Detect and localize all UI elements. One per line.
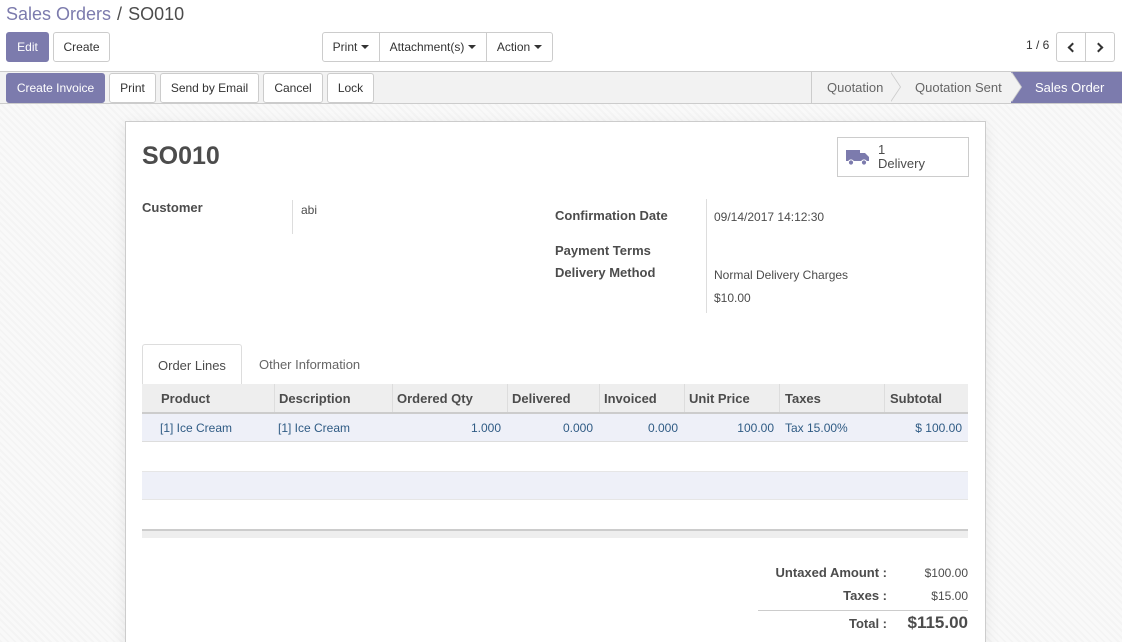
column-divider [599, 384, 600, 412]
customer-label: Customer [142, 200, 203, 215]
stage-sales-order[interactable]: Sales Order [1011, 72, 1122, 103]
cell-ordered-qty[interactable]: 1.000 [397, 414, 501, 442]
stage-quotation-sent-label: Quotation Sent [915, 80, 1002, 95]
column-divider [392, 384, 393, 412]
cell-product[interactable]: [1] Ice Cream [160, 414, 232, 442]
form-sheet: SO010 1 Delivery Customer abi Confirmati… [125, 121, 986, 642]
chevron-right-icon [1093, 42, 1104, 52]
column-divider [507, 384, 508, 412]
breadcrumb-separator: / [117, 4, 123, 24]
pager-buttons [1056, 32, 1115, 62]
attachments-dropdown-button[interactable]: Attachment(s) [379, 32, 487, 62]
status-bar: Create Invoice Print Send by Email Cance… [0, 72, 1122, 104]
empty-table-row [142, 471, 968, 500]
breadcrumb-sales-orders-link[interactable]: Sales Orders [6, 4, 111, 24]
breadcrumb: Sales Orders / SO010 [6, 4, 184, 25]
total-value: $115.00 [907, 613, 968, 632]
column-divider [884, 384, 885, 412]
control-panel: Sales Orders / SO010 Edit Create Print Att… [0, 0, 1122, 72]
customer-divider [292, 200, 293, 234]
payment-terms-label: Payment Terms [555, 243, 651, 258]
truck-icon [846, 148, 870, 166]
column-header-delivered[interactable]: Delivered [512, 384, 571, 412]
column-divider [684, 384, 685, 412]
confirmation-date-label: Confirmation Date [555, 208, 668, 223]
cancel-button[interactable]: Cancel [263, 73, 323, 103]
pager-value[interactable]: 1 / 6 [1026, 38, 1049, 52]
stage-quotation-label: Quotation [827, 80, 884, 95]
delivery-method-label: Delivery Method [555, 265, 656, 280]
column-header-description[interactable]: Description [279, 384, 351, 412]
column-divider [274, 384, 275, 412]
print-button[interactable]: Print [109, 73, 156, 103]
delivery-smart-button[interactable]: 1 Delivery [837, 137, 969, 177]
delivery-label: Delivery [878, 156, 925, 171]
stage-arrow [890, 72, 900, 102]
right-fields-divider [706, 199, 707, 313]
totals-divider [758, 610, 968, 611]
column-header-product[interactable]: Product [161, 384, 210, 412]
delivery-method-field[interactable]: Normal Delivery Charges [714, 268, 848, 282]
tab-other-information[interactable]: Other Information [244, 344, 375, 385]
caret-down-icon [534, 45, 543, 49]
print-dropdown-button[interactable]: Print [322, 32, 380, 62]
table-row[interactable]: [1] Ice Cream [1] Ice Cream 1.000 0.000 … [142, 414, 968, 442]
delivery-count: 1 [878, 142, 886, 157]
cell-unit-price[interactable]: 100.00 [689, 414, 774, 442]
column-divider [779, 384, 780, 412]
order-title: SO010 [142, 142, 220, 170]
chevron-left-icon [1067, 42, 1078, 52]
confirmation-date-field[interactable]: 09/14/2017 14:12:30 [714, 210, 824, 224]
action-dropdown-label: Action [496, 40, 531, 54]
cell-subtotal: $ 100.00 [915, 421, 962, 435]
cell-description[interactable]: [1] Ice Cream [278, 414, 350, 442]
stage-arrow [1011, 72, 1021, 102]
cell-invoiced: 0.000 [647, 421, 678, 435]
create-button[interactable]: Create [53, 32, 110, 62]
attachments-dropdown-label: Attachment(s) [389, 40, 465, 54]
column-header-taxes[interactable]: Taxes [785, 384, 821, 412]
cell-taxes[interactable]: Tax 15.00% [785, 414, 848, 442]
column-header-invoiced[interactable]: Invoiced [604, 384, 657, 412]
delivery-smart-button-text: 1 Delivery [878, 143, 925, 171]
action-dropdown-button[interactable]: Action [486, 32, 553, 62]
caret-down-icon [468, 45, 477, 49]
create-invoice-button[interactable]: Create Invoice [6, 73, 105, 103]
lock-button[interactable]: Lock [327, 73, 374, 103]
pager-next-button[interactable] [1085, 32, 1115, 62]
tab-order-lines[interactable]: Order Lines [142, 344, 242, 386]
send-by-email-button[interactable]: Send by Email [160, 73, 259, 103]
breadcrumb-current: SO010 [128, 4, 185, 24]
stage-quotation-sent[interactable]: Quotation Sent [890, 72, 1022, 103]
taxes-label: Taxes : [843, 588, 887, 603]
cell-delivered: 0.000 [562, 421, 593, 435]
notebook-tabs: Order Lines Other Information [142, 344, 968, 386]
table-footer [142, 529, 968, 538]
order-lines-header: Product Description Ordered Qty Delivere… [142, 384, 968, 414]
pager-previous-button[interactable] [1056, 32, 1086, 62]
stage-quotation[interactable]: Quotation [811, 72, 901, 103]
column-header-subtotal[interactable]: Subtotal [890, 384, 942, 412]
delivery-method-price: $10.00 [714, 291, 751, 305]
stage-sales-order-label: Sales Order [1035, 80, 1105, 95]
sidebar-actions-group: Print Attachment(s) Action [322, 32, 553, 62]
stage-pipeline: Quotation Quotation Sent Sales Order [811, 72, 1122, 103]
caret-down-icon [361, 45, 370, 49]
customer-field[interactable]: abi [301, 203, 317, 217]
untaxed-amount-label: Untaxed Amount : [775, 565, 887, 580]
edit-button[interactable]: Edit [6, 32, 49, 62]
untaxed-amount-value: $100.00 [924, 566, 968, 580]
column-header-ordered-qty[interactable]: Ordered Qty [397, 384, 473, 412]
print-dropdown-label: Print [332, 40, 358, 54]
column-header-unit-price[interactable]: Unit Price [689, 384, 750, 412]
total-label: Total : [848, 616, 887, 631]
taxes-value: $15.00 [931, 589, 968, 603]
